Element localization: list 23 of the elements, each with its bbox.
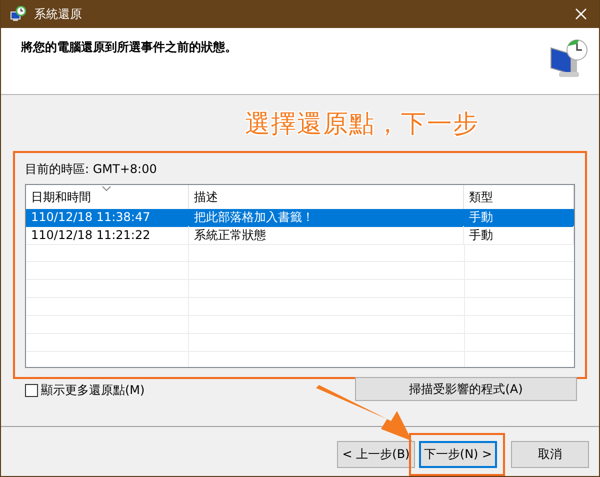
table-cell[interactable]: 手動 <box>464 208 574 227</box>
restore-point-list[interactable]: 日期和時間 描述 類型 110/12/18 11:38:47 把此部落格加入書籤！ 手動 110/12/18 11:21:22 系統正常狀態 手動 <box>25 184 575 368</box>
column-header[interactable]: 描述 <box>189 185 464 209</box>
table-cell[interactable]: 手動 <box>464 226 574 245</box>
table-cell[interactable]: 把此部落格加入書籤！ <box>189 208 464 227</box>
time-zone-label: 目前的時區: GMT+8:00 <box>25 161 157 178</box>
restore-icon <box>10 6 26 22</box>
instruction-text: 將您的電腦還原到所選事件之前的狀態。 <box>21 39 237 56</box>
window-title: 系統還原 <box>34 6 82 22</box>
dialog-button[interactable]: 下一步(N) > <box>419 441 497 468</box>
checkbox-label[interactable]: 顯示更多還原點(M) <box>41 382 145 399</box>
scan-button[interactable]: 掃描受影響的程式(A) <box>355 377 577 401</box>
table-cell[interactable]: 110/12/18 11:38:47 <box>26 208 189 227</box>
table-cell[interactable]: 110/12/18 11:21:22 <box>26 226 189 245</box>
checkbox[interactable] <box>25 384 38 397</box>
dialog-button[interactable]: 取消 <box>511 441 589 468</box>
column-header[interactable]: 日期和時間 <box>26 185 189 209</box>
close-icon[interactable] <box>575 8 587 20</box>
dialog-button[interactable]: < 上一步(B) <box>337 441 415 468</box>
monitor-clock-icon <box>549 38 589 80</box>
table-cell[interactable]: 系統正常狀態 <box>189 226 464 245</box>
callout-text: 選擇還原點，下一步 <box>245 108 479 140</box>
column-header[interactable]: 類型 <box>464 185 574 209</box>
